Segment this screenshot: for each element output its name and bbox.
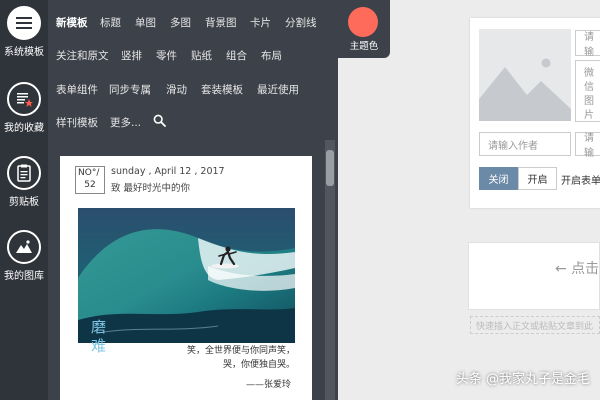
watermark: 头条 @我家丸子是金毛 [455,372,590,387]
sidebar-item-favorites[interactable]: 我的收藏 [0,82,48,134]
menu-item-sample-templates[interactable]: 样刊模板 [56,115,98,130]
menu-item-parts[interactable]: 零件 [156,48,177,63]
menu-item-new-template[interactable]: 新模板 [56,15,88,30]
menu-item-title[interactable]: 标题 [100,15,121,30]
menu-item-single-image[interactable]: 单图 [135,15,156,30]
menu-item-form-components[interactable]: 表单组件 [56,82,98,97]
image-placeholder-icon [479,58,571,121]
menu-item-background[interactable]: 背景图 [205,15,237,30]
link-input[interactable]: 请输 [575,132,600,159]
click-hint: ← 点击 [555,261,600,277]
menu-item-card[interactable]: 卡片 [250,15,271,30]
quote-author: ——张爱玲 [245,380,291,390]
title-input[interactable]: 请输 [575,30,600,58]
preview-date: sunday , April 12 , 2017 [111,166,225,177]
issue-number: 52 [84,180,96,190]
sidebar-label: 我的收藏 [4,123,44,134]
menu-item-recent[interactable]: 最近使用 [257,82,299,97]
menu-item-follow-original[interactable]: 关注和原文 [56,48,109,63]
menu-item-more[interactable]: 更多... [110,115,141,130]
menu-item-sync-exclusive[interactable]: 同步专属 [109,82,151,97]
search-icon[interactable] [153,112,166,131]
issue-number-box: NO°/ 52 [75,166,105,194]
menu-item-suite-templates[interactable]: 套装模板 [201,82,243,97]
overlay-word-1: 磨 [91,318,107,336]
favorites-icon [7,82,41,116]
menu-item-stickers[interactable]: 贴纸 [191,48,212,63]
summary-placeholder-line-1: 微信 [584,68,594,93]
paste-hint: 快速插入正文或粘贴文章到此 [476,322,594,332]
menu-item-slide[interactable]: 滑动 [166,82,187,97]
issue-number-top: NO°/ [78,168,100,178]
sidebar-item-system-templates[interactable]: 系统模板 [0,6,48,58]
summary-input[interactable]: 微信 图片 [575,60,600,122]
list-icon [7,6,41,40]
overlay-word-2: 难 [91,337,107,355]
quote-line-2: 哭，你便独自哭。 [222,360,295,370]
image-icon [7,230,41,264]
cover-image-placeholder[interactable] [479,29,571,121]
sidebar-item-gallery[interactable]: 我的图库 [0,230,48,282]
menu-item-layout[interactable]: 布局 [261,48,282,63]
menu-item-divider[interactable]: 分割线 [285,15,317,30]
sidebar-label: 我的图库 [4,271,44,282]
theme-color-button[interactable]: 主题色 [338,0,390,58]
form-label: 开启表单 [561,176,600,187]
menu-item-combination[interactable]: 组合 [226,48,247,63]
sidebar-item-clipboard[interactable]: 剪贴板 [0,156,48,208]
editor-content-box[interactable]: ← 点击 [468,242,600,310]
menu-item-vertical[interactable]: 竖排 [121,48,142,63]
preview-greeting: 致 最好时光中的你 [111,183,191,194]
theme-label: 主题色 [349,41,379,52]
summary-placeholder-line-2: 图片 [584,96,594,121]
sidebar-label: 剪贴板 [9,197,39,208]
theme-color-swatch [348,7,378,37]
preview-scroll-thumb[interactable] [326,150,334,186]
form-on-button[interactable]: 开启 [518,167,557,190]
form-off-button[interactable]: 关闭 [479,167,518,190]
menu-item-multi-image[interactable]: 多图 [170,15,191,30]
clipboard-icon [7,156,41,190]
sidebar-label: 系统模板 [4,47,44,58]
quote-line-1: 笑，全世界便与你同声笑， [186,346,295,356]
author-input[interactable]: 请输入作者 [479,132,571,156]
surfer-photo [78,208,295,343]
paste-drop-zone[interactable]: 快速插入正文或粘贴文章到此 [470,316,600,334]
